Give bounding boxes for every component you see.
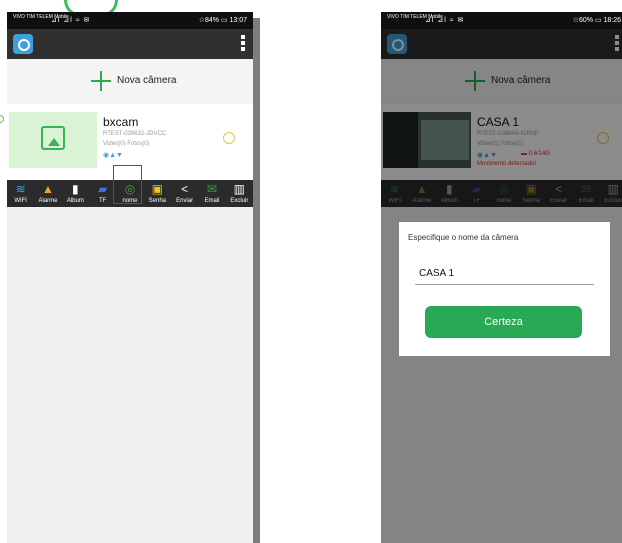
app-bar [7, 29, 253, 59]
highlight-box [113, 165, 142, 204]
camera-uid: RTEST-039632-JDVCC [103, 131, 167, 137]
battery-time: ☆84% ▭ 13:07 [198, 17, 247, 24]
toolbar-senha-button[interactable]: ▣ Senha [145, 180, 169, 207]
wifi-icon: ≋ [15, 182, 26, 196]
divider-strip [253, 18, 260, 543]
camera-status-icons: ◉▲▼ [103, 152, 123, 159]
toolbar-enviar-button[interactable]: < Enviar [173, 180, 197, 207]
toolbar-label: TF [98, 198, 107, 204]
toolbar-label: Senha [148, 198, 166, 204]
sd-card-icon: ▰ [98, 182, 108, 196]
toolbar-label: Album [66, 198, 84, 204]
image-placeholder-icon [41, 126, 65, 150]
toolbar-wifi-button[interactable]: ≋ WIFI [9, 180, 33, 207]
bell-icon: ▲ [42, 182, 54, 196]
camera-thumbnail[interactable] [9, 112, 97, 168]
toolbar-label: WIFI [14, 198, 27, 204]
signal-icons: ⊿l ⊿l ≈ ✉ [51, 17, 91, 24]
overflow-menu-icon[interactable] [241, 35, 245, 53]
empty-area [7, 207, 253, 543]
toolbar-tf-button[interactable]: ▰ TF [91, 180, 115, 207]
add-camera-button[interactable]: Nova câmera [7, 60, 253, 103]
camera-name-input[interactable]: CASA 1 [419, 268, 454, 279]
confirm-button[interactable]: Certeza [425, 306, 582, 338]
toolbar-label: Excluir [230, 198, 249, 204]
toolbar-label: Email [204, 198, 220, 204]
album-icon: ▮ [72, 182, 79, 196]
mail-icon: ✉ [206, 182, 218, 196]
input-underline [415, 284, 594, 285]
camera-media-counts: Video(0) Fotos(0) [103, 141, 150, 147]
toolbar-label: Alarme [38, 198, 58, 204]
trash-icon: ▥ [233, 182, 245, 196]
share-icon: < [181, 182, 189, 196]
camera-name: bxcam [103, 115, 139, 129]
status-bar: VIVO TIM TELEM Mobile ⊿l ⊿l ≈ ✉ ☆60% ▭ 1… [381, 12, 622, 29]
status-bar: VIVO TIM TELEM Mobile ⊿l ⊿l ≈ ✉ ☆84% ▭ 1… [7, 12, 253, 29]
add-camera-label: Nova câmera [117, 75, 177, 86]
toolbar-label: Enviar [176, 198, 194, 204]
rename-dialog: Especifique o nome da câmera CASA 1 Cert… [399, 222, 610, 356]
lock-icon: ▣ [151, 182, 163, 196]
plus-icon [91, 71, 111, 91]
app-logo-icon [13, 34, 33, 54]
battery-time: ☆60% ▭ 18:26 [572, 17, 621, 24]
toolbar-album-button[interactable]: ▮ Album [63, 180, 87, 207]
signal-icons: ⊿l ⊿l ≈ ✉ [425, 17, 465, 24]
more-options-icon[interactable] [223, 132, 235, 144]
phone-screen-left: VIVO TIM TELEM Mobile ⊿l ⊿l ≈ ✉ ☆84% ▭ 1… [7, 12, 253, 543]
phone-screen-right: VIVO TIM TELEM Mobile ⊿l ⊿l ≈ ✉ ☆60% ▭ 1… [381, 12, 622, 543]
dialog-title: Especifique o nome da câmera [408, 233, 519, 242]
annotation-mark [0, 115, 4, 123]
toolbar-email-button[interactable]: ✉ Email [200, 180, 224, 207]
toolbar-alarme-button[interactable]: ▲ Alarme [36, 180, 60, 207]
toolbar-excluir-button[interactable]: ▥ Excluir [227, 180, 251, 207]
